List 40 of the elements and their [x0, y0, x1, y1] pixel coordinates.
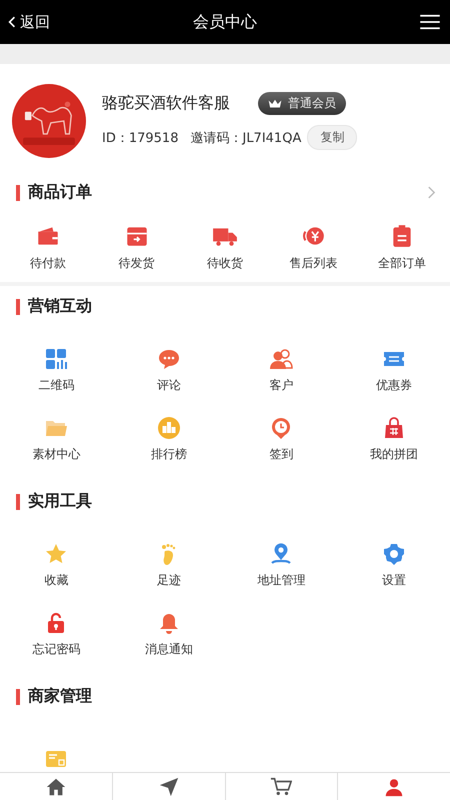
- menu-icon[interactable]: [420, 14, 440, 30]
- menu-item[interactable]: 排行榜: [112, 416, 225, 463]
- chat-icon: [156, 347, 181, 371]
- user-name: 骆驼买酒软件客服: [102, 93, 230, 114]
- order-status-item[interactable]: 待付款: [4, 223, 92, 272]
- menu-item[interactable]: 素材中心: [0, 416, 112, 463]
- order-status-item[interactable]: 待收货: [180, 223, 270, 272]
- menu-item[interactable]: 设置: [338, 542, 450, 589]
- grid-icon: [44, 347, 68, 371]
- menu-item[interactable]: 忘记密码: [0, 611, 112, 658]
- member-level: 普通会员: [288, 95, 336, 112]
- menu-item[interactable]: 地址管理: [225, 542, 338, 589]
- menu-item[interactable]: 客户: [225, 347, 338, 394]
- section-title: 实用工具: [28, 491, 93, 512]
- menu-item[interactable]: 收藏: [0, 542, 112, 589]
- order-status-item[interactable]: 全部订单: [358, 223, 446, 272]
- menu-item[interactable]: 评论: [112, 347, 225, 394]
- star-icon: [44, 542, 68, 566]
- copy-button[interactable]: 复制: [307, 125, 358, 150]
- menu-item[interactable]: 足迹: [112, 542, 225, 589]
- location-icon: [269, 542, 294, 566]
- menu-item[interactable]: 消息通知: [112, 611, 225, 658]
- section-title: 商家管理: [28, 686, 93, 707]
- menu-item[interactable]: 签到: [225, 416, 338, 463]
- order-status-item[interactable]: 待发货: [92, 223, 181, 272]
- menu-item[interactable]: 二维码: [0, 347, 112, 394]
- menu-item[interactable]: 优惠券: [338, 347, 450, 394]
- section-title: 营销互动: [28, 296, 93, 317]
- back-button[interactable]: 返回: [6, 10, 52, 34]
- user-id: ID：179518: [102, 130, 178, 146]
- settings-icon: [382, 542, 406, 566]
- users-icon: [269, 347, 294, 371]
- podium-icon: [156, 416, 181, 440]
- section-title: 商品订单: [28, 182, 93, 203]
- menu-item[interactable]: 我的拼团: [338, 416, 450, 463]
- page-title: 会员中心: [193, 12, 257, 32]
- back-icon: [8, 15, 16, 29]
- invite-code: 邀请码：JL7I41QA: [190, 130, 302, 146]
- crown-icon: [268, 98, 282, 108]
- order-status-item[interactable]: 售后列表: [269, 223, 358, 272]
